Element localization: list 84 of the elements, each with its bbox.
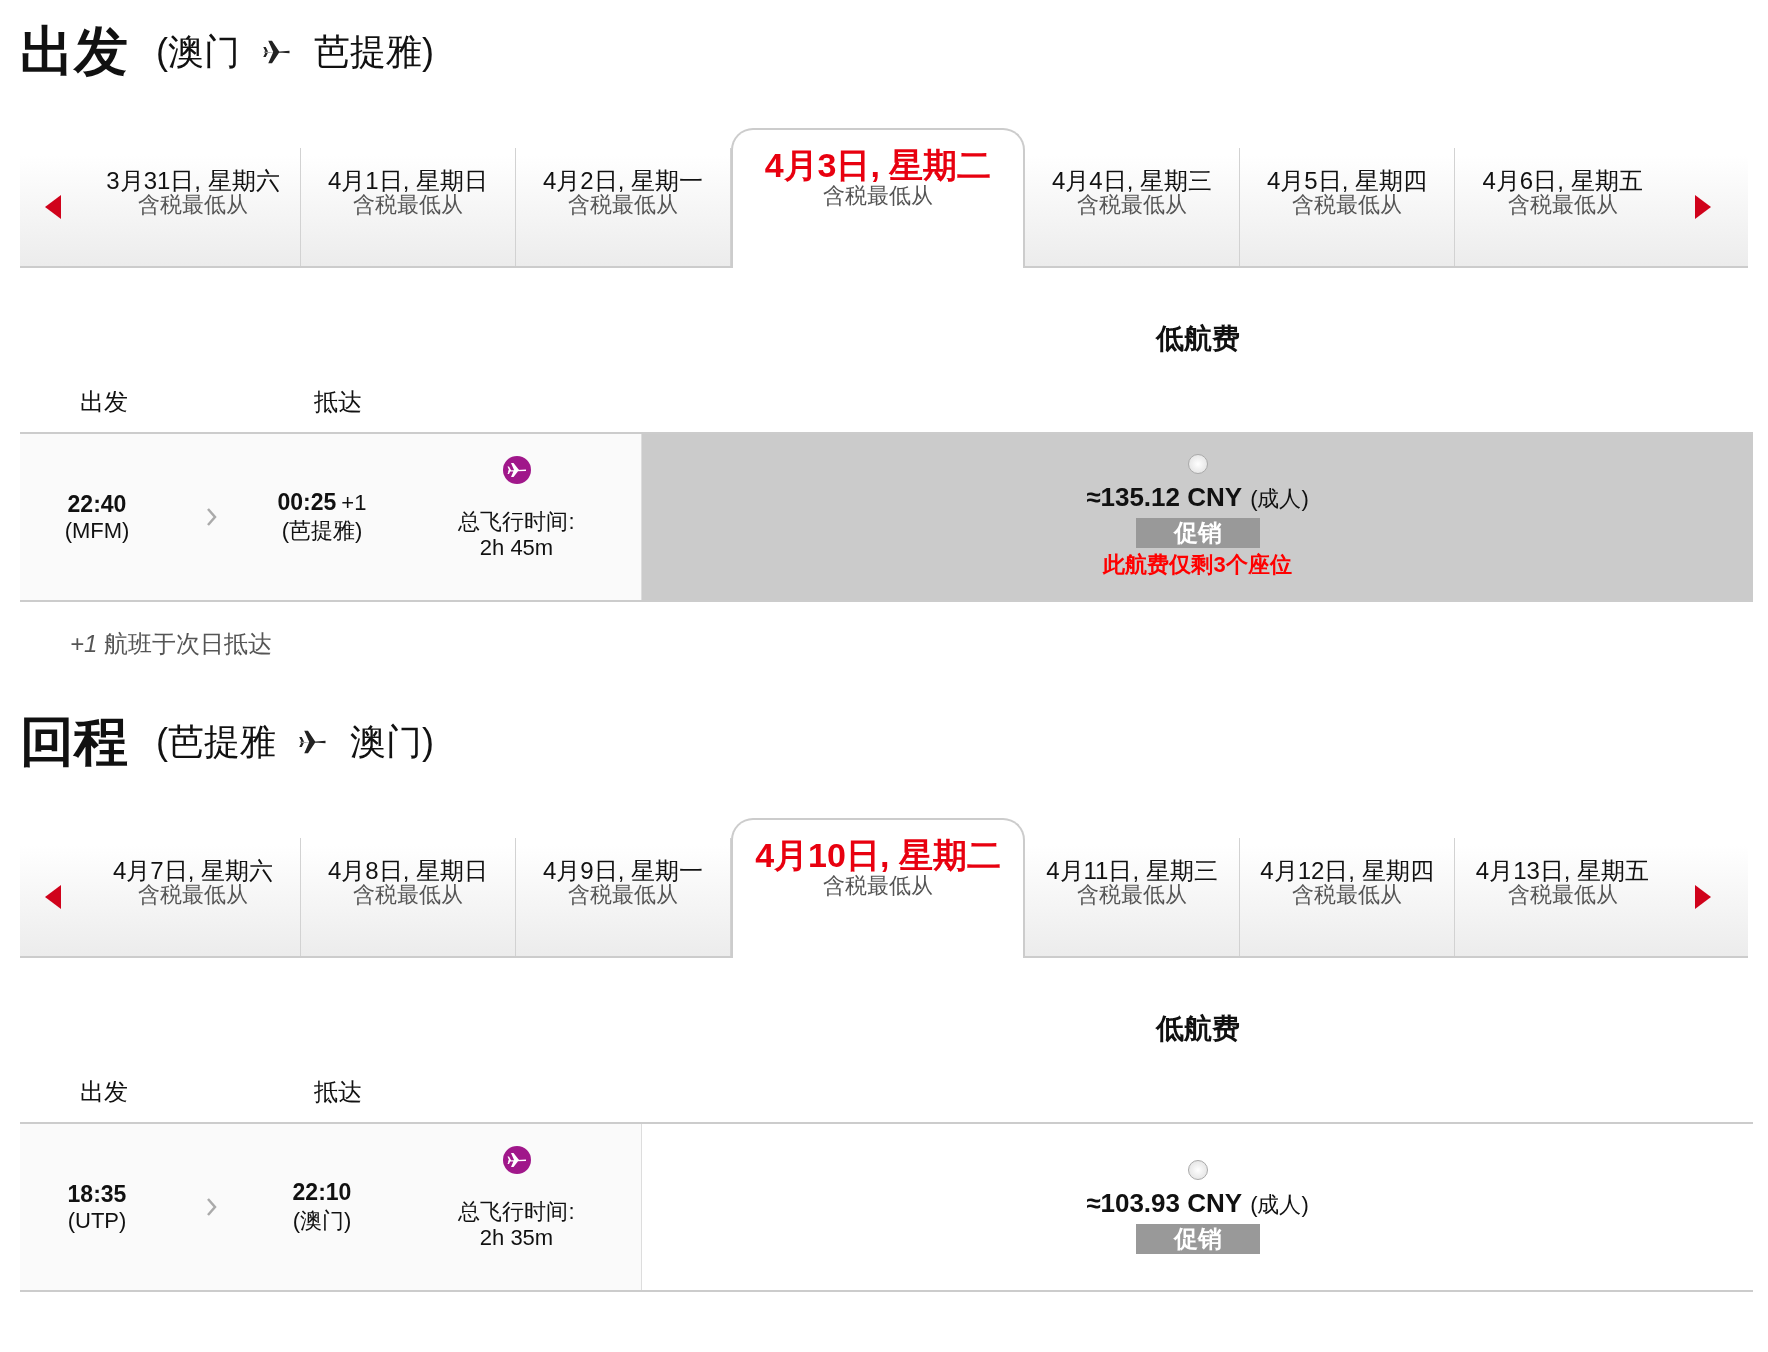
tab-subtitle: 含税最低从 <box>823 183 933 207</box>
route-destination: 芭提雅) <box>314 29 434 74</box>
tab-date: 4月13日, 星期五 <box>1475 858 1650 884</box>
airplane-icon <box>501 1144 532 1175</box>
date-tab[interactable]: 4月8日, 星期日 含税最低从 <box>301 838 516 956</box>
tab-date: 4月11日, 星期三 <box>1046 858 1218 884</box>
duration-value: 2h 45m <box>479 535 554 562</box>
date-tab[interactable]: 3月31日, 星期六 含税最低从 <box>86 148 301 266</box>
route-origin: (芭提雅 <box>156 719 276 764</box>
arrival-time: 22:10 <box>292 1178 352 1206</box>
airplane-icon <box>501 454 532 485</box>
departure-airport: (MFM) <box>64 517 130 544</box>
previous-arrow-icon[interactable] <box>45 195 61 219</box>
arrival-time: 00:25 <box>277 488 337 516</box>
date-tab[interactable]: 4月11日, 星期三 含税最低从 <box>1025 838 1240 956</box>
tab-date: 4月12日, 星期四 <box>1260 858 1434 884</box>
section-title: 回程 <box>20 709 128 773</box>
duration-label: 总飞行时间: <box>458 1198 575 1225</box>
tab-subtitle: 含税最低从 <box>1507 883 1618 907</box>
tab-date: 4月6日, 星期五 <box>1482 168 1643 194</box>
tab-subtitle: 含税最低从 <box>353 193 463 217</box>
promo-label: 促销 <box>1135 518 1260 548</box>
date-tab[interactable]: 4月4日, 星期三 含税最低从 <box>1025 148 1240 266</box>
tab-subtitle: 含税最低从 <box>568 883 678 907</box>
column-header: 出发 <box>80 1077 128 1107</box>
date-tab[interactable]: 4月6日, 星期五 含税最低从 <box>1455 148 1670 266</box>
fare-column-header: 低航费 <box>1156 1012 1240 1046</box>
tab-subtitle: 含税最低从 <box>353 883 463 907</box>
fare-price: ≈103.93 CNY <box>1086 1188 1243 1219</box>
date-tab[interactable]: 4月12日, 星期四 含税最低从 <box>1240 838 1455 956</box>
tab-date: 4月2日, 星期一 <box>543 168 703 194</box>
fare-cell[interactable]: ≈135.12 CNY (成人) 促销 此航费仅剩3个座位 <box>642 434 1753 600</box>
tab-subtitle: 含税最低从 <box>138 193 248 217</box>
route-origin: (澳门 <box>156 29 240 74</box>
next-arrow-icon[interactable] <box>1695 885 1711 909</box>
chevron-right-icon <box>207 1198 217 1216</box>
duration-value: 2h 35m <box>479 1225 554 1252</box>
arrival-airport: (澳门) <box>292 1206 352 1235</box>
date-tab[interactable]: 4月1日, 星期日 含税最低从 <box>301 148 516 266</box>
tab-subtitle: 含税最低从 <box>1507 193 1618 217</box>
date-tab[interactable]: 4月5日, 星期四 含税最低从 <box>1240 148 1455 266</box>
date-tab[interactable]: 4月3日, 星期二 含税最低从 <box>731 128 1025 268</box>
fare-radio[interactable] <box>1187 454 1208 474</box>
tab-subtitle: 含税最低从 <box>1292 193 1402 217</box>
seats-warning: 此航费仅剩3个座位 <box>1103 551 1292 579</box>
tab-date: 4月3日, 星期二 <box>764 148 992 184</box>
fare-column-header: 低航费 <box>1156 322 1240 356</box>
tab-date: 4月10日, 星期二 <box>755 838 1001 874</box>
tab-subtitle: 含税最低从 <box>1292 883 1402 907</box>
chevron-right-icon <box>207 508 217 526</box>
passenger-type: (成人) <box>1250 1191 1309 1219</box>
tab-date: 4月8日, 星期日 <box>328 858 488 884</box>
fare-radio[interactable] <box>1187 1160 1208 1180</box>
column-header: 出发 <box>80 387 128 417</box>
fare-price: ≈135.12 CNY <box>1086 482 1243 513</box>
promo-label: 促销 <box>1135 1224 1260 1254</box>
section-title: 出发 <box>20 19 128 83</box>
route-destination: 澳门) <box>350 719 434 764</box>
column-header: 抵达 <box>314 387 362 417</box>
tab-subtitle: 含税最低从 <box>1077 193 1187 217</box>
column-header: 抵达 <box>314 1077 362 1107</box>
tab-subtitle: 含税最低从 <box>1077 883 1187 907</box>
date-tab[interactable]: 4月13日, 星期五 含税最低从 <box>1455 838 1670 956</box>
tab-date: 4月7日, 星期六 <box>113 858 273 884</box>
duration-label: 总飞行时间: <box>458 508 575 535</box>
departure-time: 18:35 <box>67 1180 127 1208</box>
tab-date: 4月9日, 星期一 <box>543 858 703 884</box>
tab-subtitle: 含税最低从 <box>568 193 678 217</box>
tab-date: 4月5日, 星期四 <box>1267 168 1427 194</box>
next-day-note: +1 航班于次日抵达 <box>70 630 273 657</box>
departure-time: 22:40 <box>67 490 127 518</box>
departure-airport: (UTP) <box>67 1207 127 1234</box>
next-day-mark: +1 <box>341 489 367 516</box>
tab-subtitle: 含税最低从 <box>823 873 933 897</box>
tab-date: 4月1日, 星期日 <box>328 168 488 194</box>
tab-date: 3月31日, 星期六 <box>106 168 280 194</box>
tab-subtitle: 含税最低从 <box>138 883 248 907</box>
previous-arrow-icon[interactable] <box>45 885 61 909</box>
passenger-type: (成人) <box>1250 485 1309 513</box>
tab-date: 4月4日, 星期三 <box>1052 168 1212 194</box>
date-tab[interactable]: 4月10日, 星期二 含税最低从 <box>731 818 1025 958</box>
arrival-airport: (芭提雅) <box>281 516 363 545</box>
date-tab[interactable]: 4月7日, 星期六 含税最低从 <box>86 838 301 956</box>
next-arrow-icon[interactable] <box>1695 195 1711 219</box>
